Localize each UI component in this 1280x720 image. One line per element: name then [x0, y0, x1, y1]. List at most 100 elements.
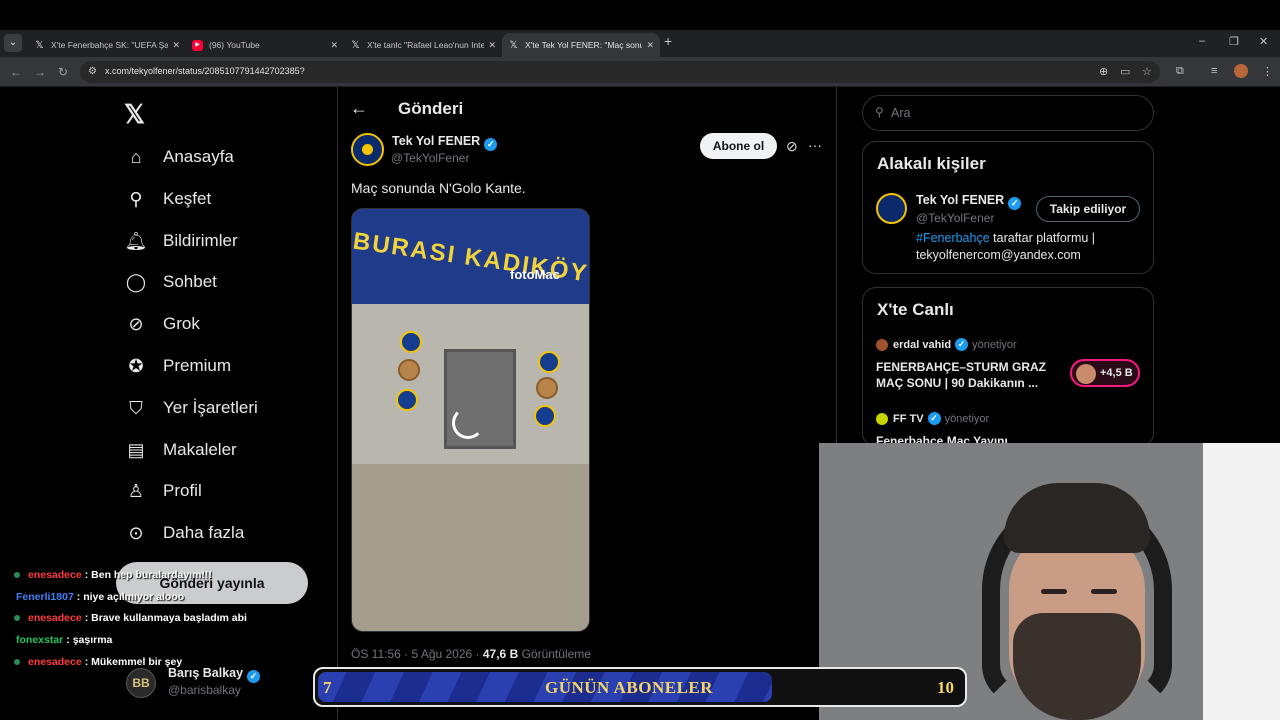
- tab-1[interactable]: 𝕏 X'te Fenerbahçe SK: "UEFA Şam ✕: [28, 33, 186, 57]
- grok-icon: ⊘: [128, 313, 144, 334]
- search-icon: ⚲: [129, 188, 143, 209]
- close-icon[interactable]: ✕: [172, 40, 180, 51]
- youtube-icon: ▶: [192, 39, 203, 51]
- cast-icon[interactable]: ▭: [1120, 65, 1130, 78]
- tab-2[interactable]: ▶ (96) YouTube ✕: [186, 33, 344, 57]
- url-text: x.com/tekyolfener/status/208510779144270…: [105, 66, 305, 76]
- loading-spinner-icon: [452, 407, 484, 439]
- restore-icon[interactable]: ❐: [1229, 35, 1239, 48]
- host-avatar: [876, 338, 888, 351]
- minimize-icon[interactable]: –: [1199, 35, 1205, 47]
- browser-menu-icon[interactable]: ⋮: [1262, 65, 1273, 78]
- post-time[interactable]: ÖS 11:56 · 5 Ağu 2026 ·: [351, 647, 480, 661]
- forward-nav-icon[interactable]: →: [34, 65, 46, 79]
- x-icon: 𝕏: [351, 39, 360, 51]
- sidebar-item-explore[interactable]: ⚲ Keşfet: [124, 184, 211, 214]
- related-name[interactable]: Tek Yol FENER ✓: [916, 193, 1022, 210]
- media-icon[interactable]: ≡: [1211, 65, 1217, 77]
- sidebar-item-label: Bildirimler: [163, 231, 238, 250]
- extensions-icon[interactable]: ⧉: [1176, 65, 1184, 78]
- chat-user: Fenerli1807: [16, 591, 74, 603]
- related-handle[interactable]: @TekYolFener: [916, 211, 994, 225]
- author-handle[interactable]: @TekYolFener: [391, 151, 469, 165]
- chat-message: fonexstar: şaşırma: [16, 634, 113, 646]
- sidebar-item-more[interactable]: ⊙ Daha fazla: [124, 518, 244, 548]
- window-close-icon[interactable]: ✕: [1259, 35, 1268, 48]
- listeners-pill[interactable]: +4,5 B: [1070, 359, 1140, 387]
- sidebar-item-label: Yer İşaretleri: [163, 398, 258, 417]
- sidebar-item-home[interactable]: ⌂ Anasayfa: [124, 142, 234, 172]
- post-text: Maç sonunda N'Golo Kante.: [351, 180, 526, 196]
- back-nav-icon[interactable]: ←: [10, 65, 22, 79]
- hashtag-link[interactable]: #Fenerbahçe: [916, 231, 990, 245]
- site-info-icon[interactable]: ⚙: [88, 66, 97, 77]
- url-field[interactable]: ⚙ x.com/tekyolfener/status/2085107791442…: [80, 61, 1160, 83]
- sidebar-item-grok[interactable]: ⊘ Grok: [124, 309, 199, 339]
- person-icon: ♙: [127, 480, 145, 501]
- chat-text: niye açılmıyor alooo: [83, 591, 185, 603]
- chat-message: Fenerli1807: niye açılmıyor alooo: [16, 591, 185, 603]
- host-avatar: [876, 412, 888, 425]
- streamer-beard: [1013, 613, 1141, 720]
- chat-user: enesadece: [28, 656, 82, 668]
- close-icon[interactable]: ✕: [488, 40, 496, 51]
- chat-text: Ben hep buralardayım!!!: [91, 569, 212, 581]
- sidebar-item-bookmarks[interactable]: ⛉ Yer İşaretleri: [124, 393, 258, 423]
- articles-icon: ▤: [127, 439, 145, 460]
- tab-4-active[interactable]: 𝕏 X'te Tek Yol FENER: "Maç sonu ✕: [502, 33, 660, 57]
- live-space-title[interactable]: Fenerbahçe Maç Yayını: [876, 433, 1062, 443]
- zoom-icon[interactable]: ⊕: [1099, 65, 1108, 78]
- live-host-1[interactable]: erdal vahid ✓ yönetiyor: [876, 338, 1017, 351]
- author-avatar[interactable]: [351, 133, 384, 166]
- verified-badge-icon: ✓: [955, 338, 969, 351]
- tab-3[interactable]: 𝕏 X'te tanlc "Rafael Leao'nun Inte ✕: [344, 33, 502, 57]
- following-button[interactable]: Takip ediliyor: [1036, 196, 1140, 222]
- live-host-2[interactable]: FF TV ✓ yönetiyor: [876, 412, 989, 425]
- more-options-icon[interactable]: ···: [808, 137, 822, 153]
- sidebar-item-label: Daha fazla: [163, 523, 245, 542]
- back-arrow-icon[interactable]: ←: [350, 98, 368, 119]
- account-handle: @barisbalkay: [168, 683, 241, 697]
- emblem-icon: [398, 359, 420, 381]
- emblem-icon: [536, 377, 558, 399]
- x-logo-icon[interactable]: 𝕏: [124, 99, 145, 130]
- sidebar-item-label: Anasayfa: [163, 147, 234, 166]
- sidebar-item-chat[interactable]: ◯ Sohbet: [124, 267, 217, 297]
- author-name[interactable]: Tek Yol FENER ✓: [392, 134, 498, 151]
- premium-icon: ✪: [128, 355, 144, 376]
- video-door: [444, 349, 516, 449]
- new-tab-icon[interactable]: +: [664, 33, 672, 49]
- account-switcher[interactable]: BB Barış Balkay ✓ @barisbalkay: [126, 666, 326, 706]
- video-watermark: fotoMac: [510, 267, 560, 282]
- verified-badge-icon: ✓: [927, 412, 941, 425]
- related-name-text: Tek Yol FENER: [916, 193, 1005, 207]
- chat-badge-icon: [14, 659, 20, 665]
- chat-message: enesadece: Brave kullanmaya başladım abi: [14, 612, 247, 624]
- host-name: erdal vahid: [893, 338, 952, 351]
- grok-explain-icon[interactable]: ⊘: [786, 138, 798, 155]
- sidebar-item-profile[interactable]: ♙ Profil: [124, 476, 202, 506]
- sidebar-item-notifications[interactable]: 🔔︎ Bildirimler: [124, 226, 238, 256]
- subscribe-button[interactable]: Abone ol: [700, 133, 777, 159]
- video-floor: [352, 464, 589, 631]
- chat-text: şaşırma: [72, 634, 113, 646]
- close-icon[interactable]: ✕: [646, 40, 654, 51]
- more-circle-icon: ⊙: [128, 522, 144, 543]
- sidebar-item-label: Keşfet: [163, 189, 212, 208]
- browser-profile-avatar[interactable]: [1234, 64, 1248, 78]
- tab-search-button[interactable]: ⌄: [4, 34, 22, 52]
- post-video[interactable]: BURASI KADIKÖY fotoMac: [351, 208, 590, 632]
- verified-badge-icon: ✓: [1008, 197, 1022, 210]
- window-titlebar: [0, 0, 1280, 30]
- bookmark-star-icon[interactable]: ☆: [1142, 65, 1152, 78]
- chat-message: enesadece: Ben hep buralardayım!!!: [14, 569, 212, 581]
- close-icon[interactable]: ✕: [330, 40, 338, 51]
- reload-icon[interactable]: ↻: [58, 65, 68, 79]
- sidebar-item-articles[interactable]: ▤ Makaleler: [124, 435, 236, 465]
- search-input[interactable]: ⚲ Ara: [862, 95, 1154, 131]
- live-space-title[interactable]: FENERBAHÇE–STURM GRAZ MAÇ SONU | 90 Daki…: [876, 359, 1062, 391]
- goal-label: GÜNÜN ABONELER: [545, 678, 714, 697]
- sidebar-item-premium[interactable]: ✪ Premium: [124, 351, 231, 381]
- related-avatar[interactable]: [876, 193, 907, 224]
- bookmark-icon: ⛉: [129, 397, 143, 418]
